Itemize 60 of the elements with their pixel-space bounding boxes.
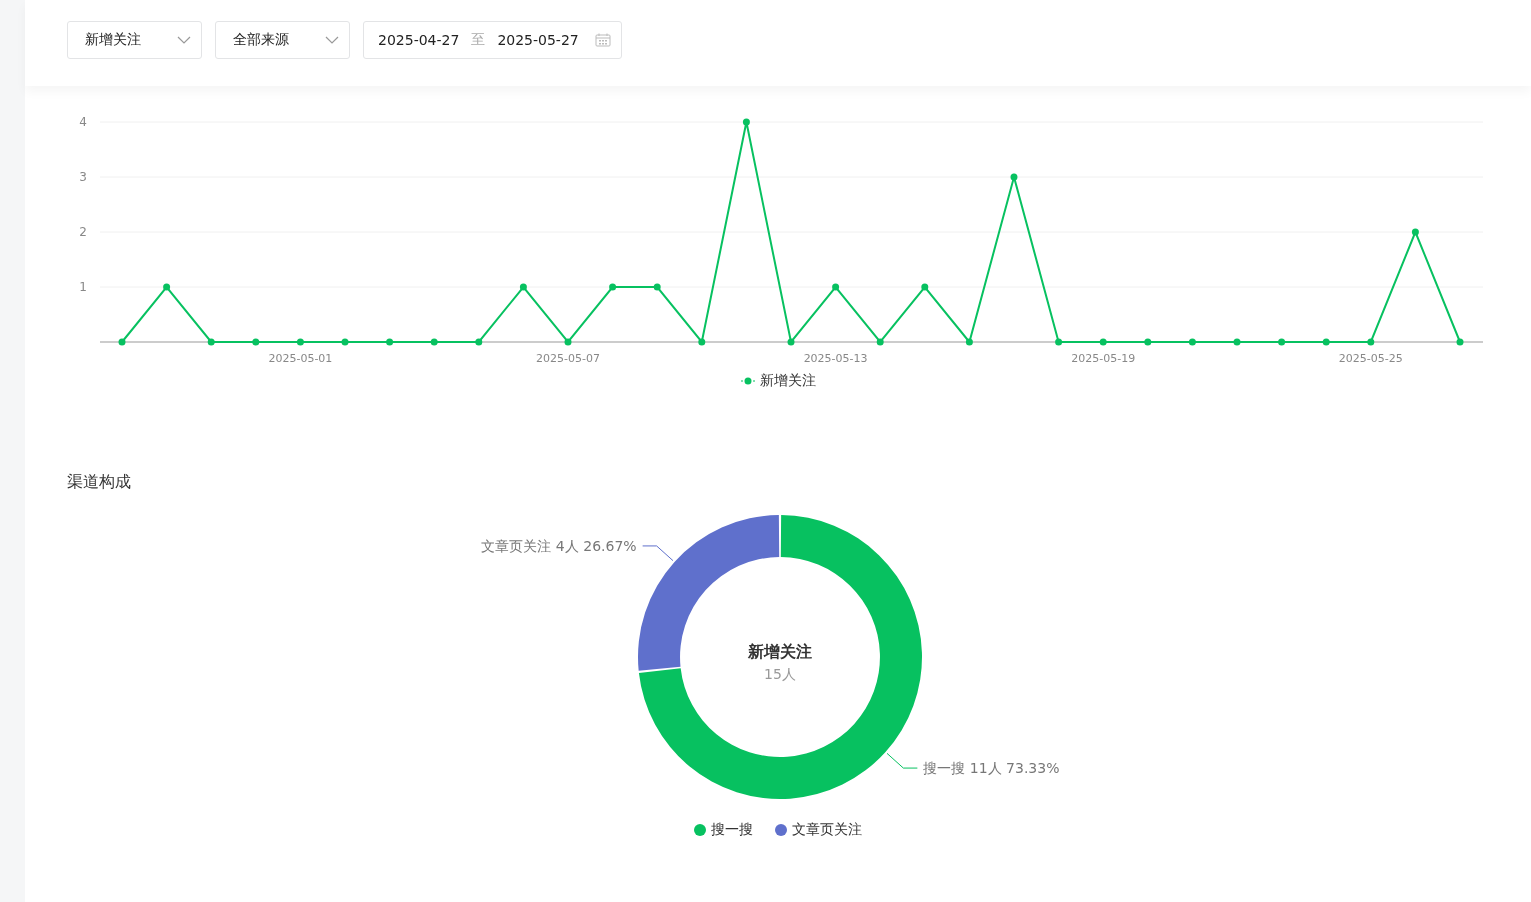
slice-label: 搜一搜 11人 73.33% [923,760,1060,777]
data-point [1411,228,1419,236]
y-tick-label: 3 [79,170,87,184]
x-tick-label: 2025-05-07 [536,352,600,365]
data-point [742,118,750,126]
data-point [832,283,840,291]
section-title: 渠道构成 [66,472,132,493]
metric-dropdown[interactable]: 新增关注 [67,21,202,59]
data-point [1099,338,1107,346]
data-point [118,338,126,346]
donut-center-title: 新增关注 [748,642,812,661]
date-range-field[interactable]: 2025-04-27 至 2025-05-27 [363,21,622,59]
start-date: 2025-04-27 [378,32,460,48]
leader-line [642,545,674,562]
data-point [653,283,661,291]
data-point [1233,338,1241,346]
x-tick-label: 2025-05-25 [1338,352,1403,365]
leader-line [886,752,918,769]
data-point [475,338,483,346]
x-tick-label: 2025-05-13 [803,352,868,365]
data-point [1322,338,1330,346]
x-tick-label: 2025-05-19 [1071,352,1136,365]
donut-center-value: 15人 [764,666,796,682]
data-point [207,338,215,346]
legend-label: 文章页关注 [792,821,862,839]
data-point [296,338,304,346]
data-point [1278,338,1286,346]
source-dropdown[interactable]: 全部来源 [215,21,350,59]
legend-line-icon [740,377,755,385]
data-point [519,283,527,291]
x-tick-label: 2025-05-01 [268,352,333,365]
chevron-down-icon [177,36,191,44]
legend-label: 新增关注 [759,372,816,390]
data-point [698,338,706,346]
data-point [341,338,349,346]
data-point [1010,173,1018,181]
data-point [1144,338,1152,346]
calendar-icon [594,33,611,47]
data-point [1367,338,1375,346]
data-point [876,338,884,346]
range-separator: 至 [471,31,486,49]
end-date: 2025-05-27 [497,32,579,48]
data-point [609,283,617,291]
chevron-down-icon [325,36,339,44]
y-tick-label: 1 [79,280,87,294]
data-point [1188,338,1196,346]
data-point [1456,338,1464,346]
data-point [386,338,394,346]
y-tick-label: 2 [79,225,87,239]
y-tick-label: 4 [79,115,87,129]
data-point [921,283,929,291]
data-point [564,338,572,346]
legend-label: 搜一搜 [711,821,753,839]
data-point [965,338,973,346]
data-point [787,338,795,346]
data-point [163,283,171,291]
data-point [252,338,260,346]
slice-label: 文章页关注 4人 26.67% [481,537,637,554]
data-point [430,338,438,346]
data-point [1055,338,1063,346]
